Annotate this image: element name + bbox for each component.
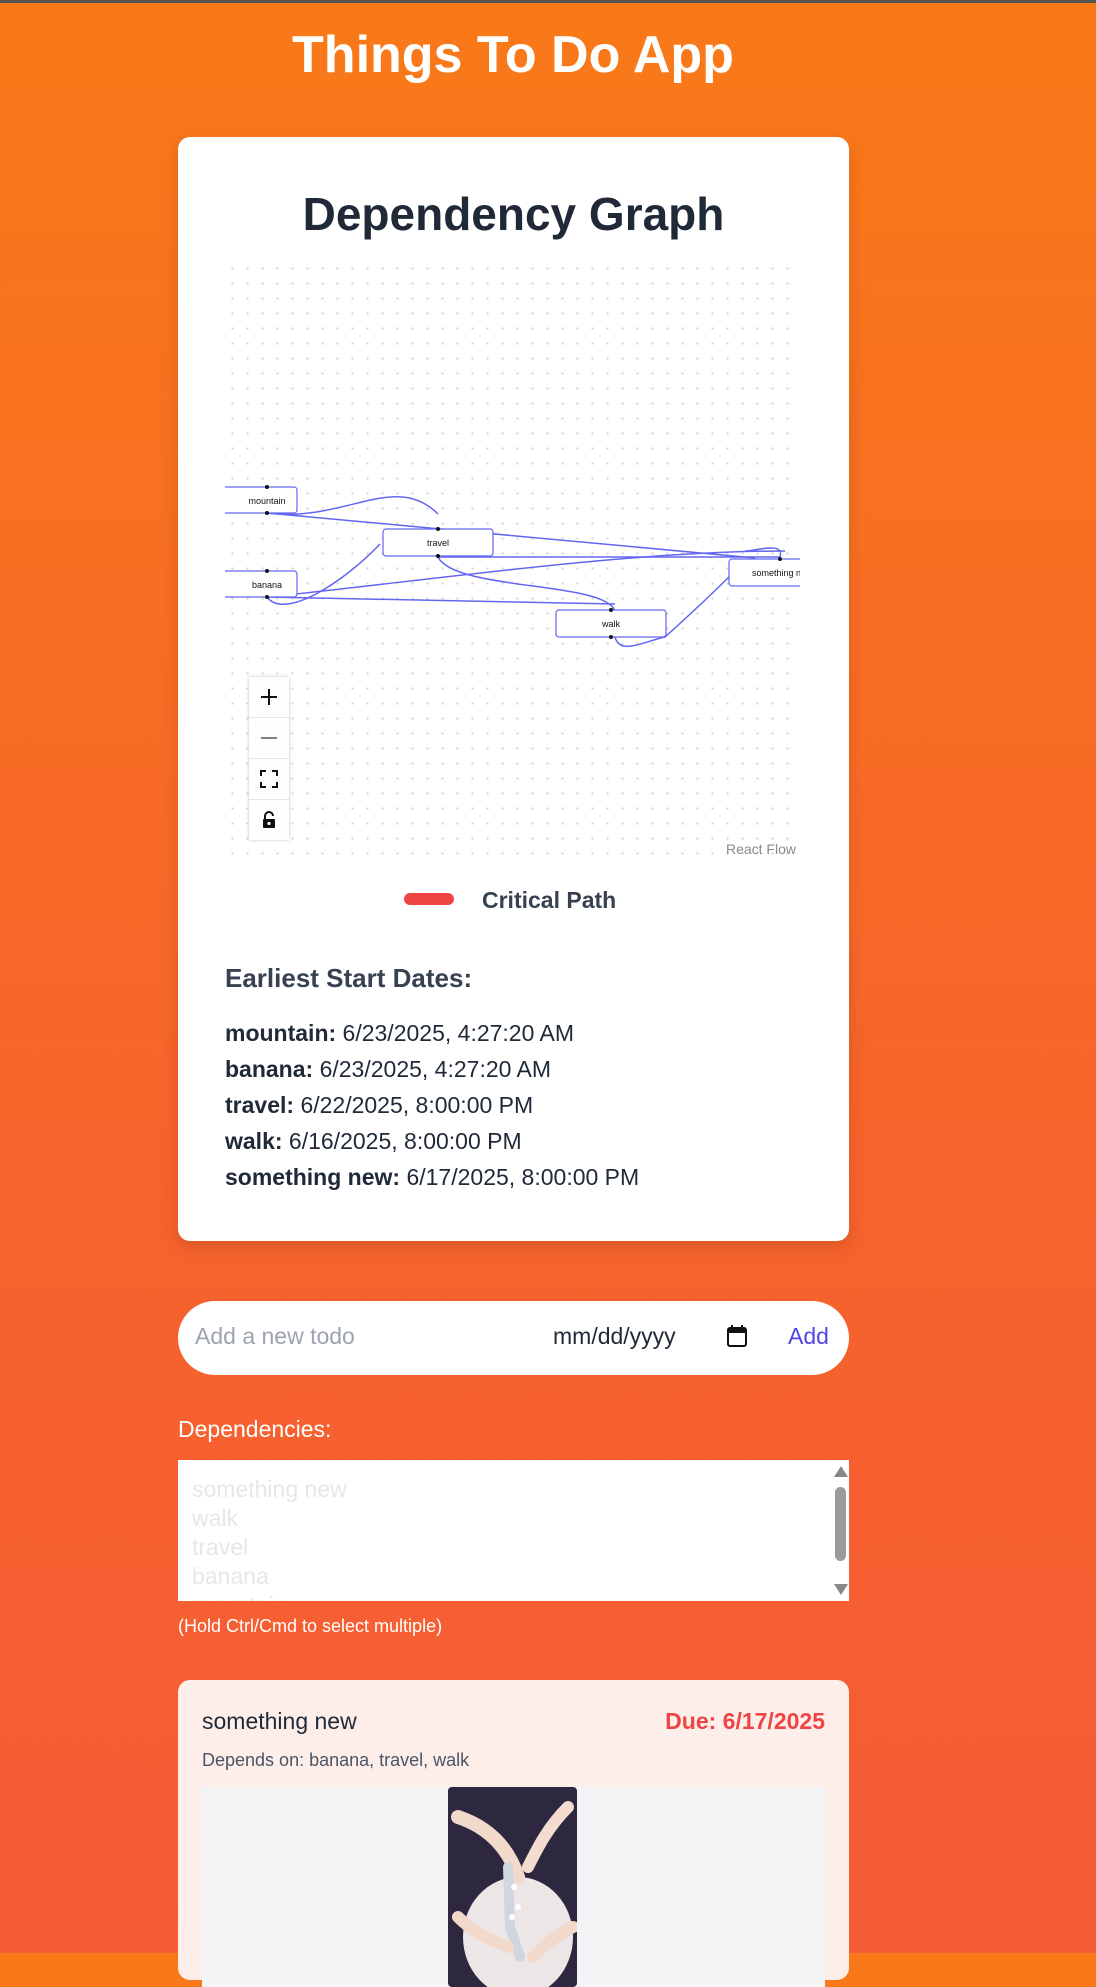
dependency-option[interactable]: walk (192, 1504, 238, 1533)
dependencies-hint: (Hold Ctrl/Cmd to select multiple) (178, 1616, 443, 1636)
graph-node-mountain: mountain (225, 485, 298, 515)
due-date-input[interactable]: mm/dd/yyyy (553, 1323, 676, 1350)
node-label-mountain: mountain (248, 496, 285, 506)
scroll-down-icon[interactable] (834, 1584, 848, 1595)
edge-banana-something (266, 550, 786, 598)
list-item: something new: 6/17/2025, 8:00:00 PM (225, 1164, 640, 1190)
dependency-option[interactable]: something new (192, 1475, 347, 1504)
node-label-walk: walk (601, 619, 621, 629)
node-label-banana: banana (252, 580, 282, 590)
todo-due-date: Due: 6/17/2025 (665, 1708, 825, 1734)
graph-title: Dependency Graph (302, 188, 725, 240)
todo-photo (448, 1787, 577, 1987)
todo-title: something new (202, 1708, 357, 1734)
dependency-option[interactable]: mountain (192, 1591, 287, 1601)
todo-card: something new Due: 6/17/2025 Depends on:… (178, 1680, 849, 1987)
add-button[interactable]: Add (788, 1323, 829, 1350)
todo-dependencies: Depends on: banana, travel, walk (202, 1750, 470, 1770)
react-flow-attribution[interactable]: React Flow (726, 841, 796, 857)
lock-icon (263, 811, 275, 828)
list-item: walk: 6/16/2025, 8:00:00 PM (225, 1128, 522, 1154)
fit-view-icon (260, 770, 278, 788)
list-item: travel: 6/22/2025, 8:00:00 PM (225, 1092, 534, 1118)
legend-label: Critical Path (482, 887, 617, 913)
scroll-thumb[interactable] (835, 1487, 846, 1561)
dependencies-scrollbar[interactable] (831, 1460, 849, 1601)
node-label-something-new: something n (752, 568, 800, 578)
todo-image (448, 1787, 577, 1987)
plus-icon (261, 689, 277, 705)
graph-svg: mountain travel banana walk something n (225, 485, 800, 648)
earliest-start-title: Earliest Start Dates: (225, 963, 473, 993)
legend-swatch (404, 893, 454, 905)
calendar-icon[interactable] (726, 1324, 748, 1348)
scroll-up-icon[interactable] (834, 1466, 848, 1477)
list-item: banana: 6/23/2025, 4:27:20 AM (225, 1056, 552, 1082)
edge-mountain-something (266, 512, 756, 559)
dependencies-label: Dependencies: (178, 1416, 332, 1442)
node-label-travel: travel (427, 538, 449, 548)
minus-icon (261, 737, 277, 739)
dependency-option[interactable]: travel (192, 1533, 248, 1562)
todo-image-container (202, 1787, 825, 1987)
lock-button[interactable] (249, 800, 289, 840)
zoom-in-button[interactable] (249, 677, 289, 718)
fit-view-button[interactable] (249, 759, 289, 800)
dependency-graph-canvas[interactable]: mountain travel banana walk something n … (225, 261, 800, 861)
edge-something-loop (744, 547, 782, 558)
list-item: mountain: 6/23/2025, 4:27:20 AM (225, 1020, 575, 1046)
graph-node-walk: walk (555, 608, 667, 639)
dependency-option[interactable]: banana (192, 1562, 269, 1591)
graph-card: Dependency Graph mountain travel banana … (178, 137, 849, 1241)
todo-input[interactable]: Add a new todo (195, 1323, 355, 1350)
graph-node-banana: banana (225, 569, 298, 599)
dependencies-select[interactable]: something new walk travel banana mountai… (178, 1460, 849, 1601)
graph-controls (249, 677, 289, 840)
graph-node-something-new: something n (728, 557, 800, 587)
critical-path-legend: Critical Path (178, 881, 849, 917)
graph-node-travel: travel (382, 527, 494, 558)
zoom-out-button[interactable] (249, 718, 289, 759)
earliest-start-list: mountain: 6/23/2025, 4:27:20 AM banana: … (225, 1015, 639, 1195)
edge-banana-walk (266, 596, 616, 605)
add-todo-form: Add a new todo mm/dd/yyyy Add (178, 1301, 849, 1375)
app-title: Things To Do App (292, 26, 734, 84)
